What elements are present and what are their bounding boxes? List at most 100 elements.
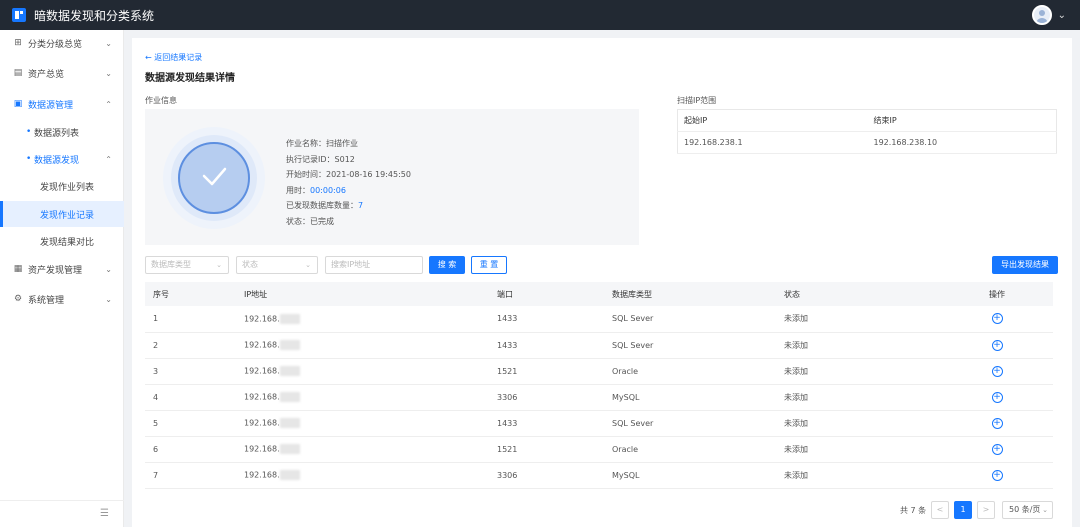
row-ip: 192.168. <box>236 462 489 489</box>
row-action: + <box>941 436 1053 463</box>
job-name-line: 作业名称：扫描作业 <box>286 139 358 148</box>
ip-range-table: 起始IP 结束IP 192.168.238.1 192.168.238.10 <box>677 109 1057 154</box>
job-found-line: 已发现数据库数量：7 <box>286 201 364 210</box>
row-action: + <box>941 332 1053 359</box>
chevron-down-icon: ⌄ <box>105 294 112 304</box>
sidebar-item-system-management[interactable]: ⚙ 系统管理 ⌄ <box>0 286 124 312</box>
job-duration-line: 用时：00:00:06 <box>286 185 346 195</box>
job-record-line: 执行记录ID：S012 <box>286 154 355 164</box>
chevron-down-icon: ⌄ <box>216 261 222 269</box>
page-size-select[interactable]: 50 条/页 ⌄ <box>1002 501 1053 519</box>
add-circle-icon[interactable]: + <box>991 443 1003 455</box>
add-circle-icon[interactable]: + <box>991 339 1003 351</box>
row-db-type: MySQL <box>604 384 776 411</box>
sidebar-item-asset-overview[interactable]: ▤ 资产总览 ⌄ <box>0 60 124 86</box>
success-check-icon <box>178 142 250 214</box>
row-db-type: MySQL <box>604 462 776 489</box>
search-button[interactable]: 搜 索 <box>429 256 465 274</box>
chevron-down-icon: ⌄ <box>105 38 112 48</box>
table-row: 4 192.168. 3306 MySQL 未添加 + <box>145 384 1053 411</box>
add-circle-icon[interactable]: + <box>991 417 1003 429</box>
chevron-down-icon: ⌄ <box>105 264 112 274</box>
ip-end-value: 192.168.238.10 <box>867 131 1057 154</box>
status-select[interactable]: 状态 ⌄ <box>236 256 318 274</box>
redacted-ip-mask <box>279 313 300 324</box>
col-header-port: 端口 <box>489 282 604 306</box>
chevron-up-icon: ⌃ <box>105 154 112 164</box>
row-db-type: SQL Sever <box>604 332 776 359</box>
ip-start-header: 起始IP <box>677 109 868 132</box>
row-no: 1 <box>145 306 236 333</box>
row-no: 4 <box>145 384 236 411</box>
row-db-type: SQL Sever <box>604 410 776 437</box>
sidebar-item-asset-discovery-management[interactable]: ▦ 资产发现管理 ⌄ <box>0 256 124 282</box>
row-no: 2 <box>145 332 236 359</box>
avatar[interactable] <box>1031 5 1052 25</box>
sidebar: ⊞ 分类分级总览 ⌄ ▤ 资产总览 ⌄ ▣ 数据源管理 ⌃ • 数据源列表 • … <box>0 30 124 527</box>
job-duration: 00:00:06 <box>310 185 346 195</box>
table-row: 7 192.168. 3306 MySQL 未添加 + <box>145 462 1053 489</box>
sidebar-item-datasource-discovery[interactable]: • 数据源发现 ⌃ <box>0 146 124 172</box>
sidebar-item-discovery-job-list[interactable]: 发现作业列表 <box>0 173 124 199</box>
col-header-ip: IP地址 <box>236 282 489 306</box>
job-info: 作业名称：扫描作业 执行记录ID：S012 开始时间：2021-08-16 19… <box>286 136 411 229</box>
sidebar-item-discovery-result-compare[interactable]: 发现结果对比 <box>0 228 124 254</box>
document-icon: ▤ <box>13 68 23 78</box>
redacted-ip-mask <box>279 444 300 454</box>
job-found-count: 7 <box>358 201 364 210</box>
page-1-button[interactable]: 1 <box>954 501 972 519</box>
page-title: 数据源发现结果详情 <box>145 73 235 84</box>
row-action: + <box>941 462 1053 489</box>
table-row: 1 192.168. 1433 SQL Sever 未添加 + <box>145 306 1053 333</box>
row-status: 未添加 <box>776 332 941 359</box>
next-page-button[interactable]: > <box>977 501 995 519</box>
discovery-results-table: 序号 IP地址 端口 数据库类型 状态 操作 1 192.168. 1433 SQL … <box>145 282 1053 489</box>
sidebar-item-datasource-list[interactable]: • 数据源列表 <box>0 119 124 145</box>
job-start-time: 2021-08-16 19:45:50 <box>326 170 411 179</box>
job-start-line: 开始时间：2021-08-16 19:45:50 <box>286 170 411 179</box>
db-type-select[interactable]: 数据库类型 ⌄ <box>145 256 229 274</box>
job-status: 已完成 <box>310 216 334 226</box>
grid-icon: ⊞ <box>14 38 22 48</box>
chevron-down-icon[interactable]: ⌄ <box>1058 10 1066 21</box>
row-port: 1521 <box>489 358 604 385</box>
table-header-row: 序号 IP地址 端口 数据库类型 状态 操作 <box>145 282 1053 306</box>
content-panel: ← 返回结果记录 数据源发现结果详情 作业信息 扫描IP范围 作业名称：扫描作业… <box>132 38 1072 527</box>
row-port: 1433 <box>489 306 604 333</box>
sidebar-item-discovery-job-records[interactable]: 发现作业记录 <box>0 201 124 227</box>
row-no: 7 <box>145 462 236 489</box>
add-circle-icon[interactable]: + <box>991 313 1003 325</box>
total-count: 共 7 条 <box>900 506 927 515</box>
sidebar-item-classification-overview[interactable]: ⊞ 分类分级总览 ⌄ <box>0 30 124 56</box>
add-circle-icon[interactable]: + <box>991 391 1003 403</box>
export-results-button[interactable]: 导出发现结果 <box>992 256 1058 274</box>
row-no: 5 <box>145 410 236 437</box>
back-link[interactable]: ← 返回结果记录 <box>145 52 202 63</box>
chevron-up-icon: ⌃ <box>105 99 112 109</box>
redacted-ip-mask <box>279 392 300 402</box>
col-header-status: 状态 <box>776 282 941 306</box>
ip-end-header: 结束IP <box>867 109 1057 132</box>
job-status-line: 状态：已完成 <box>286 216 334 226</box>
table-row: 6 192.168. 1521 Oracle 未添加 + <box>145 436 1053 463</box>
row-db-type: SQL Sever <box>604 306 776 333</box>
row-action: + <box>941 410 1053 437</box>
redacted-ip-mask <box>279 340 300 350</box>
add-circle-icon[interactable]: + <box>991 365 1003 377</box>
row-ip: 192.168. <box>236 410 489 437</box>
user-menu[interactable]: ⌄ <box>1031 5 1066 25</box>
ip-search-input[interactable]: 搜索IP地址 <box>325 256 423 274</box>
reset-button[interactable]: 重 置 <box>471 256 507 274</box>
database-icon: ▣ <box>13 99 23 109</box>
row-ip: 192.168. <box>236 332 489 359</box>
row-port: 3306 <box>489 384 604 411</box>
sidebar-item-datasource-management[interactable]: ▣ 数据源管理 ⌃ <box>0 91 124 117</box>
collapse-sidebar-icon[interactable]: ☰ <box>100 508 109 519</box>
chevron-down-icon: ⌄ <box>105 68 112 78</box>
bullet-icon: • <box>26 154 32 164</box>
row-status: 未添加 <box>776 306 941 333</box>
job-info-panel: 作业名称：扫描作业 执行记录ID：S012 开始时间：2021-08-16 19… <box>145 109 639 245</box>
prev-page-button[interactable]: < <box>931 501 949 519</box>
row-ip: 192.168. <box>236 436 489 463</box>
add-circle-icon[interactable]: + <box>991 469 1003 481</box>
